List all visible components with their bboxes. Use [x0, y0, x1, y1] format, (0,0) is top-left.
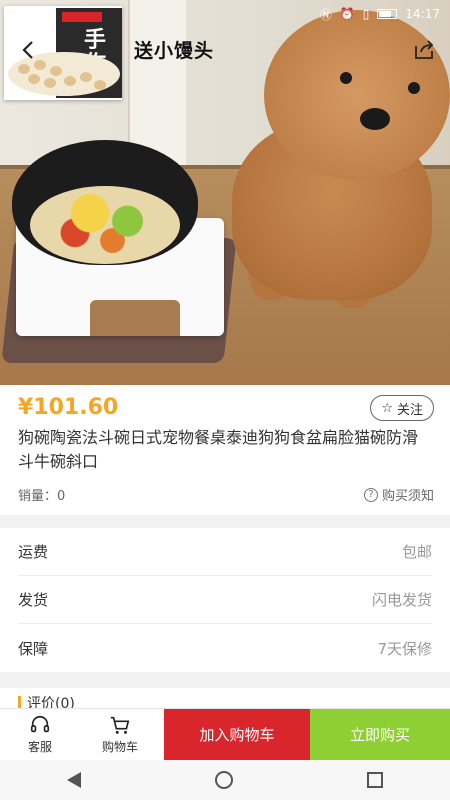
signal-label: 4G — [32, 7, 50, 21]
purchase-notice-link[interactable]: ? 购买须知 — [363, 485, 434, 504]
bowl-food — [30, 186, 180, 264]
cart-button[interactable]: 购物车 — [80, 709, 160, 760]
detail-value: 7天保修 — [377, 639, 432, 658]
meta-row: 销量：0 ? 购买须知 — [18, 485, 434, 504]
clock: 14:17 — [405, 7, 440, 21]
share-icon — [415, 40, 434, 59]
biscuit — [44, 78, 56, 88]
network-badge: HD — [10, 8, 29, 20]
purchase-notice-label: 购买须知 — [381, 489, 434, 504]
detail-value: 闪电发货 — [371, 591, 432, 609]
action-bar: 客服 购物车 加入购物车 立即购买 — [0, 708, 450, 760]
alarm-icon: ⏰ — [339, 7, 355, 21]
nfc-icon: Ⓝ — [319, 7, 332, 22]
detail-label: 发货 — [18, 591, 49, 609]
cart-label: 购物车 — [101, 740, 138, 754]
headset-icon — [30, 715, 50, 733]
detail-row-warranty[interactable]: 保障 7天保修 — [18, 624, 432, 672]
biscuit — [80, 72, 92, 82]
vibrate-icon: ▯ — [362, 7, 370, 21]
chevron-left-icon — [22, 41, 33, 59]
share-button[interactable] — [412, 38, 436, 62]
status-left: HD 4G — [10, 7, 49, 21]
dog-nose — [360, 108, 390, 130]
nav-back-icon[interactable] — [67, 772, 81, 788]
detail-row-delivery[interactable]: 发货 闪电发货 — [18, 576, 432, 624]
top-bar: 送小馒头 — [0, 28, 450, 72]
star-icon: ☆ — [381, 400, 393, 416]
detail-value: 包邮 — [401, 543, 432, 561]
nav-recent-icon[interactable] — [367, 772, 383, 788]
follow-button[interactable]: ☆ 关注 — [370, 395, 434, 421]
detail-row-shipping[interactable]: 运费 包邮 — [18, 528, 432, 576]
status-right: Ⓝ ⏰ ▯ 14:17 — [320, 6, 440, 23]
battery-icon — [377, 9, 398, 19]
customer-service-button[interactable]: 客服 — [0, 709, 80, 760]
customer-service-label: 客服 — [27, 740, 52, 754]
detail-label: 保障 — [18, 639, 49, 658]
product-title: 狗碗陶瓷法斗碗日式宠物餐桌泰迪狗狗食盆扁脸猫碗防滑斗牛碗斜口 — [18, 428, 419, 471]
dog-eye — [340, 72, 352, 84]
page-title: 送小馒头 — [134, 40, 215, 62]
system-nav-bar — [0, 760, 450, 800]
nav-home-icon[interactable] — [215, 771, 233, 789]
biscuit — [64, 76, 76, 86]
product-info: ¥101.60 ☆ 关注 狗碗陶瓷法斗碗日式宠物餐桌泰迪狗狗食盆扁脸猫碗防滑斗牛… — [0, 385, 450, 515]
status-bar: HD 4G Ⓝ ⏰ ▯ 14:17 — [0, 0, 450, 28]
add-to-cart-button[interactable]: 加入购物车 — [164, 709, 310, 760]
stand-cutout — [90, 300, 180, 336]
buy-now-button[interactable]: 立即购买 — [310, 709, 450, 760]
biscuit — [94, 80, 106, 90]
sales-count: 销量：0 — [18, 489, 66, 504]
back-button[interactable] — [16, 36, 40, 64]
biscuit — [28, 74, 40, 84]
question-icon: ? — [363, 487, 378, 502]
detail-list: 运费 包邮 发货 闪电发货 保障 7天保修 — [0, 528, 450, 672]
cart-icon — [110, 716, 130, 734]
follow-label: 关注 — [396, 402, 423, 418]
dog-eye — [408, 82, 420, 94]
detail-label: 运费 — [18, 543, 49, 561]
